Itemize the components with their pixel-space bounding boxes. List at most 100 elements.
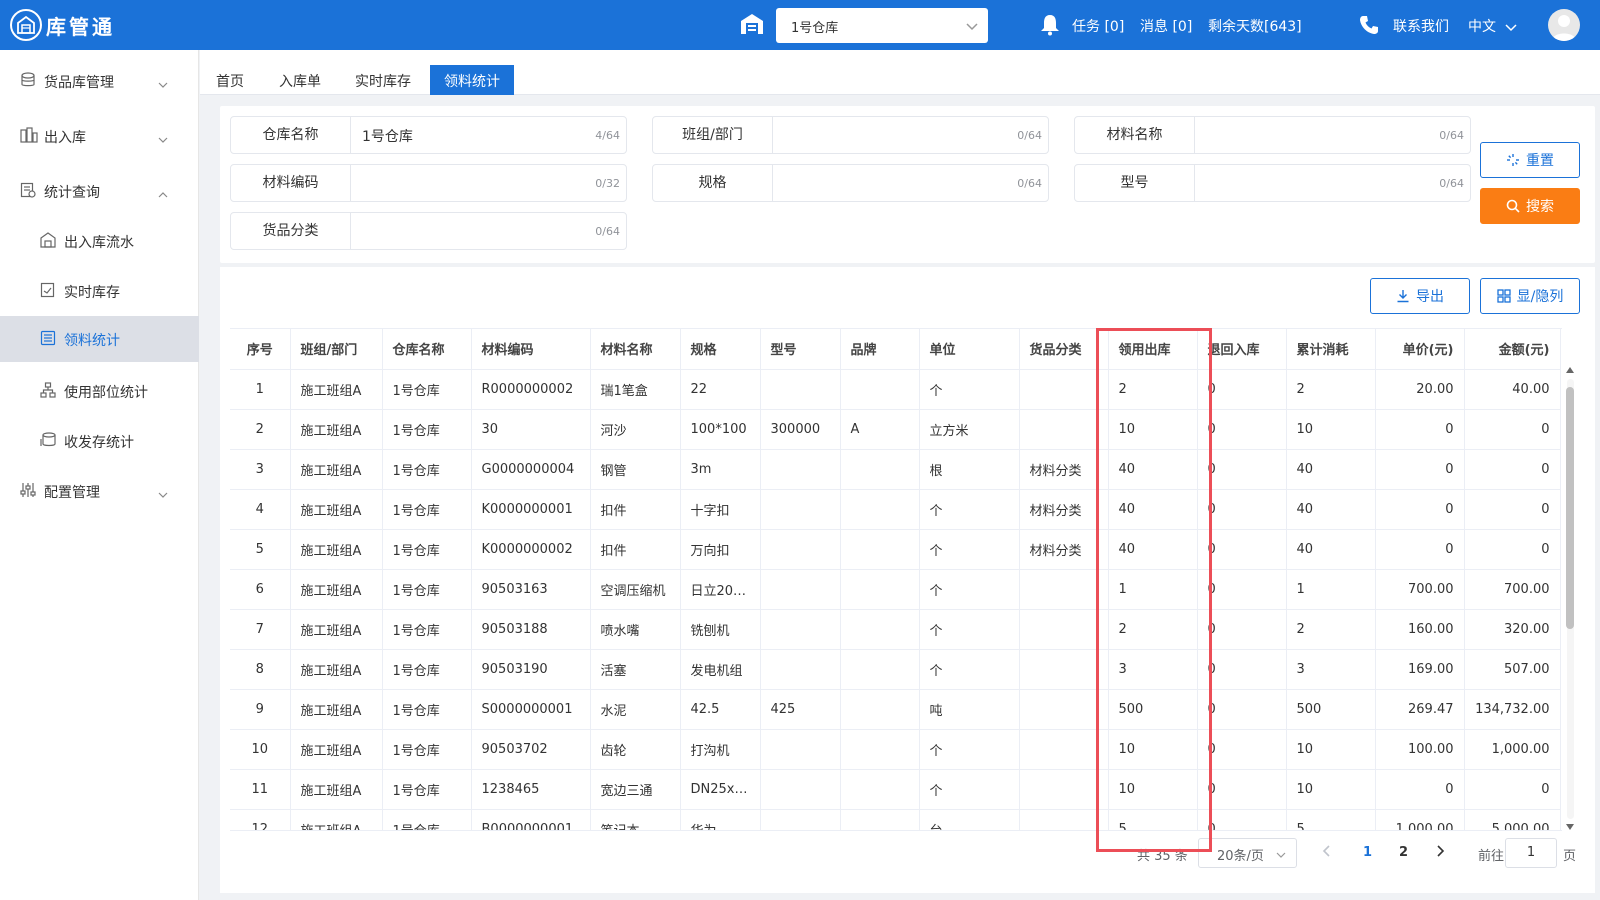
sidebar-item-goods-mgmt[interactable]: 货品库管理 <box>0 56 199 106</box>
column-header[interactable]: 货品分类 <box>1019 329 1109 370</box>
table-row[interactable]: 10 施工班组A 1号仓库 90503702 齿轮 打沟机个 10 0 10 100.00 1,00… <box>230 729 1561 770</box>
category-field[interactable]: 货品分类 0/64 <box>230 212 627 250</box>
sidebar-item-stats-query[interactable]: 统计查询 <box>0 166 199 216</box>
tasks-link[interactable]: 任务 [0] <box>1072 16 1124 36</box>
table-row[interactable]: 5 施工班组A 1号仓库 K0000000002 扣件 万向扣个材料分类 40 0 40 0 0 <box>230 529 1561 570</box>
table-cell: 铣刨机 <box>680 609 761 650</box>
tab-home[interactable]: 首页 <box>202 65 258 95</box>
column-header[interactable]: 累计消耗 <box>1286 329 1376 370</box>
prev-page-icon[interactable] <box>1322 845 1330 861</box>
column-header[interactable]: 规格 <box>680 329 761 370</box>
table-row[interactable]: 6 施工班组A 1号仓库 90503163 空调压缩机 日立2000 个 1 0 1 700.00 7… <box>230 569 1561 610</box>
warehouse-select-value: 1号仓库 <box>791 21 839 36</box>
column-header[interactable]: 仓库名称 <box>382 329 472 370</box>
scroll-down-icon[interactable] <box>1566 824 1574 830</box>
sidebar-item-sendrecv-stats[interactable]: 收发存统计 <box>0 416 199 466</box>
sidebar-item-inout[interactable]: 出入库 <box>0 111 199 161</box>
table-row[interactable]: 1 施工班组A 1号仓库 R0000000002 瑞1笔盒 22 个 2 0 2 20.00 40.0… <box>230 369 1561 410</box>
table-cell <box>1019 809 1109 830</box>
scrollbar-thumb[interactable] <box>1566 387 1574 629</box>
column-header[interactable]: 退回入库 <box>1197 329 1287 370</box>
table-row[interactable]: 2 施工班组A 1号仓库 30 河沙 100*100 300000 A 立方米 10 0 10 0 0 <box>230 409 1561 450</box>
warehouse-field[interactable]: 仓库名称 1号仓库 4/64 <box>230 116 627 154</box>
page-size-select[interactable]: 20条/页 <box>1198 838 1297 868</box>
language-select[interactable]: 中文 <box>1468 16 1496 36</box>
table-cell: 施工班组A <box>290 609 383 650</box>
filter-panel: 仓库名称 1号仓库 4/64 班组/部门 0/64 材料名称 0/64 材料编码… <box>220 106 1595 263</box>
column-header[interactable]: 序号 <box>230 329 291 370</box>
goto-page-input[interactable]: 1 <box>1505 838 1557 868</box>
sidebar-item-config[interactable]: 配置管理 <box>0 466 199 516</box>
export-button[interactable]: 导出 <box>1370 278 1470 314</box>
sidebar-item-material-stats[interactable]: 领料统计 <box>0 316 199 362</box>
column-header[interactable]: 单价(元) <box>1375 329 1465 370</box>
tab-realtime-stock[interactable]: 实时库存 <box>341 65 425 95</box>
table-cell: 0 <box>1375 529 1465 570</box>
table-row[interactable]: 4 施工班组A 1号仓库 K0000000001 扣件 十字扣个材料分类 40 0 40 0 0 <box>230 489 1561 530</box>
app-logo[interactable]: 库管通 <box>10 9 115 41</box>
list-doc-icon <box>40 330 56 350</box>
spec-field[interactable]: 规格 0/64 <box>652 164 1049 202</box>
table-cell: 0 <box>1197 369 1287 410</box>
sidebar-item-flow[interactable]: 出入库流水 <box>0 216 199 266</box>
column-header[interactable]: 单位 <box>919 329 1020 370</box>
team-field[interactable]: 班组/部门 0/64 <box>652 116 1049 154</box>
table-cell: 0 <box>1375 449 1465 490</box>
table-cell: 2 <box>230 409 291 450</box>
page-1-button[interactable]: 1 <box>1363 845 1372 860</box>
table-panel: 导出 显/隐列 序号 班组/部门 仓库名称 材料编码 材料名称 规格 型号 品牌… <box>220 267 1595 893</box>
search-button[interactable]: 搜索 <box>1480 188 1580 224</box>
contact-link[interactable]: 联系我们 <box>1393 16 1449 36</box>
column-header[interactable]: 材料名称 <box>590 329 681 370</box>
table-scrollbar[interactable] <box>1564 367 1576 830</box>
table-cell: 10 <box>1108 409 1198 450</box>
tab-inbound[interactable]: 入库单 <box>265 65 335 95</box>
chevron-down-icon <box>158 486 168 502</box>
table-cell <box>840 609 920 650</box>
table-cell: 1号仓库 <box>382 729 472 770</box>
table-cell: 5,000.00 <box>1464 809 1561 830</box>
reset-button-label: 重置 <box>1526 153 1554 169</box>
table-cell: 宽边三通 <box>590 769 681 810</box>
next-page-icon[interactable] <box>1437 845 1445 861</box>
table-row[interactable]: 7 施工班组A 1号仓库 90503188 喷水嘴 铣刨机个 2 0 2 160.00 320.00 <box>230 609 1561 650</box>
table-row[interactable]: 3 施工班组A 1号仓库 G0000000004 钢管 3m 根材料分类 40 0 40 0 0 <box>230 449 1561 490</box>
column-header[interactable]: 班组/部门 <box>290 329 383 370</box>
sidebar-item-dept-stats[interactable]: 使用部位统计 <box>0 366 199 416</box>
field-label: 型号 <box>1075 165 1195 201</box>
table-cell: 22 <box>680 369 761 410</box>
model-field[interactable]: 型号 0/64 <box>1074 164 1471 202</box>
warehouse-select[interactable]: 1号仓库 <box>776 8 988 43</box>
table-cell: DN25x15 <box>680 769 761 810</box>
table-cell: 1号仓库 <box>382 489 472 530</box>
avatar[interactable] <box>1548 9 1580 41</box>
table-row[interactable]: 11 施工班组A 1号仓库 1238465 宽边三通 DN25x15 个 10 0 10 0 0 <box>230 769 1561 810</box>
toggle-columns-button[interactable]: 显/隐列 <box>1480 278 1580 314</box>
table-cell: 507.00 <box>1464 649 1561 690</box>
table-cell: S0000000001 <box>471 689 591 730</box>
table-row[interactable]: 8 施工班组A 1号仓库 90503190 活塞 发电机组个 3 0 3 169.00 507.00 <box>230 649 1561 690</box>
column-header[interactable]: 品牌 <box>840 329 920 370</box>
sidebar-item-realtime-stock[interactable]: 实时库存 <box>0 266 199 316</box>
table-cell <box>1019 409 1109 450</box>
tab-bar: 首页 入库单 实时库存 领料统计 <box>200 50 1600 95</box>
table-cell: 3 <box>1286 649 1376 690</box>
messages-link[interactable]: 消息 [0] <box>1140 16 1192 36</box>
scroll-up-icon[interactable] <box>1566 367 1574 373</box>
column-header[interactable]: 材料编码 <box>471 329 591 370</box>
tab-material-stats[interactable]: 领料统计 <box>430 65 514 95</box>
table-cell: 500 <box>1286 689 1376 730</box>
column-header[interactable]: 型号 <box>760 329 841 370</box>
table-row[interactable]: 12 施工班组A 1号仓库 B0000000001 笔记本 华为台 5 0 5 1,000.00 5… <box>230 809 1561 830</box>
table-cell <box>760 809 841 830</box>
material-code-field[interactable]: 材料编码 0/32 <box>230 164 627 202</box>
column-header[interactable]: 领用出库 <box>1108 329 1198 370</box>
table-cell <box>760 769 841 810</box>
page-2-button[interactable]: 2 <box>1399 845 1408 860</box>
material-name-field[interactable]: 材料名称 0/64 <box>1074 116 1471 154</box>
bell-icon[interactable] <box>1040 14 1060 40</box>
table-row[interactable]: 9 施工班组A 1号仓库 S0000000001 水泥 42.5 425 吨 500 0 500 26… <box>230 689 1561 730</box>
table-cell: 施工班组A <box>290 809 383 830</box>
reset-button[interactable]: 重置 <box>1480 142 1580 178</box>
column-header[interactable]: 金额(元) <box>1464 329 1561 370</box>
